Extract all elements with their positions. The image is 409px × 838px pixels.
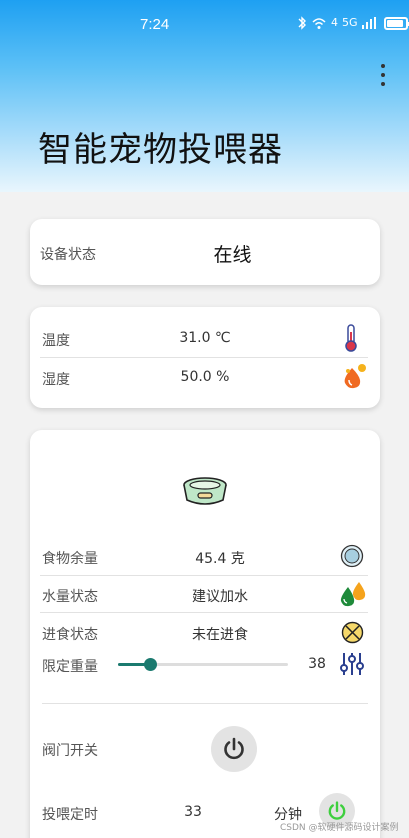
status-icons: 4 5G	[297, 16, 409, 30]
signal-icon	[361, 17, 376, 29]
device-status-label: 设备状态	[40, 247, 96, 263]
network-badge: 4	[331, 16, 338, 29]
watermark: CSDN @软硬件源码设计案例	[280, 823, 399, 833]
temperature-label: 温度	[42, 333, 70, 349]
divider	[40, 357, 368, 358]
adjust-sliders-icon[interactable]	[339, 651, 365, 677]
water-status-label: 水量状态	[42, 589, 98, 605]
valve-switch-label: 阀门开关	[42, 743, 98, 759]
eating-status-value: 未在进食	[192, 627, 248, 643]
valve-power-button[interactable]	[211, 726, 257, 772]
limit-weight-slider[interactable]	[118, 658, 288, 671]
pet-bowl-icon	[183, 477, 227, 505]
divider	[40, 575, 368, 576]
menu-dot	[381, 64, 385, 68]
limit-weight-label: 限定重量	[42, 659, 98, 675]
page-title: 智能宠物投喂器	[38, 130, 283, 170]
device-status-value: 在线	[213, 244, 252, 266]
food-remaining-label: 食物余量	[42, 551, 98, 567]
humidity-label: 湿度	[42, 372, 70, 388]
not-eating-icon	[341, 621, 364, 644]
status-time: 7:24	[140, 16, 170, 33]
humidity-drop-icon	[344, 364, 366, 389]
feed-timer-value[interactable]: 33	[178, 804, 208, 820]
battery-icon	[383, 16, 409, 30]
water-drops-icon	[340, 582, 366, 607]
status-bar: 7:24 4 5G	[0, 0, 409, 50]
wifi-icon	[312, 18, 326, 29]
water-status-value: 建议加水	[192, 589, 248, 605]
temperature-value: 31.0 ℃	[179, 330, 231, 346]
menu-dot	[381, 82, 385, 86]
humidity-value: 50.0 %	[180, 369, 230, 385]
thermometer-icon	[345, 324, 357, 352]
limit-weight-value: 38	[308, 656, 326, 672]
food-remaining-value: 45.4 克	[195, 551, 245, 567]
overflow-menu-button[interactable]	[378, 64, 388, 86]
divider	[40, 612, 368, 613]
network-type: 5G	[342, 16, 358, 29]
power-icon	[224, 737, 244, 760]
feed-timer-label: 投喂定时	[42, 807, 98, 823]
menu-dot	[381, 73, 385, 77]
divider	[42, 703, 368, 704]
bluetooth-icon	[298, 16, 306, 30]
plate-icon	[340, 544, 364, 568]
power-icon	[328, 801, 346, 820]
eating-status-label: 进食状态	[42, 627, 98, 643]
